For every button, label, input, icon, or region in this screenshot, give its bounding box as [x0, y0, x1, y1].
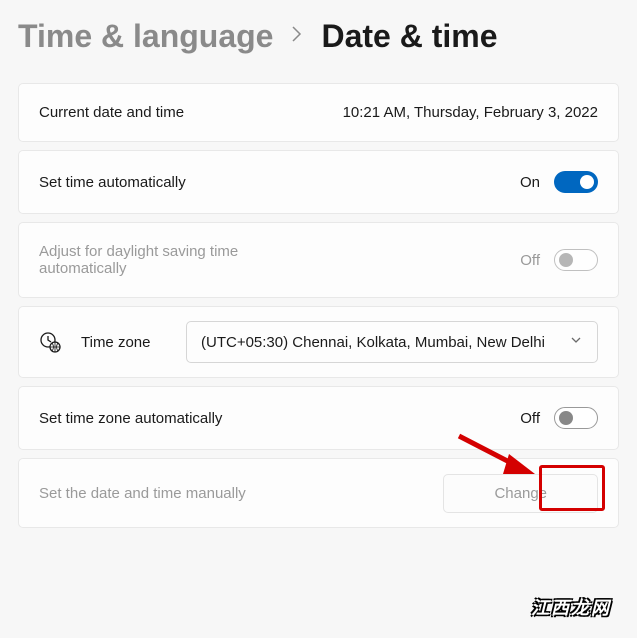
set-timezone-auto-row: Set time zone automatically Off [18, 386, 619, 450]
set-manual-row: Set the date and time manually Change [18, 458, 619, 528]
set-time-auto-label: Set time automatically [39, 174, 520, 191]
breadcrumb: Time & language Date & time [0, 0, 637, 83]
current-datetime-value: 10:21 AM, Thursday, February 3, 2022 [343, 104, 598, 121]
page-title: Date & time [321, 18, 497, 55]
dst-label: Adjust for daylight saving time automati… [39, 243, 299, 277]
set-timezone-auto-state: Off [520, 410, 540, 427]
set-time-auto-state: On [520, 174, 540, 191]
chevron-right-icon [291, 25, 303, 49]
clock-globe-icon [39, 331, 61, 353]
set-timezone-auto-label: Set time zone automatically [39, 410, 520, 427]
set-time-auto-toggle[interactable] [554, 171, 598, 193]
breadcrumb-parent[interactable]: Time & language [18, 18, 273, 55]
current-datetime-label: Current date and time [39, 104, 343, 121]
current-datetime-row: Current date and time 10:21 AM, Thursday… [18, 83, 619, 142]
timezone-select[interactable]: (UTC+05:30) Chennai, Kolkata, Mumbai, Ne… [186, 321, 598, 363]
set-manual-label: Set the date and time manually [39, 485, 443, 502]
chevron-down-icon [569, 333, 583, 351]
timezone-selected-value: (UTC+05:30) Chennai, Kolkata, Mumbai, Ne… [201, 334, 561, 351]
dst-row: Adjust for daylight saving time automati… [18, 222, 619, 298]
dst-state: Off [520, 252, 540, 269]
set-timezone-auto-toggle[interactable] [554, 407, 598, 429]
watermark: 江西龙网 [531, 594, 611, 620]
set-time-auto-row: Set time automatically On [18, 150, 619, 214]
dst-control: Off [520, 249, 598, 271]
set-time-auto-control: On [520, 171, 598, 193]
timezone-row: Time zone (UTC+05:30) Chennai, Kolkata, … [18, 306, 619, 378]
set-timezone-auto-control: Off [520, 407, 598, 429]
dst-toggle [554, 249, 598, 271]
timezone-label: Time zone [81, 334, 166, 351]
change-button: Change [443, 474, 598, 513]
